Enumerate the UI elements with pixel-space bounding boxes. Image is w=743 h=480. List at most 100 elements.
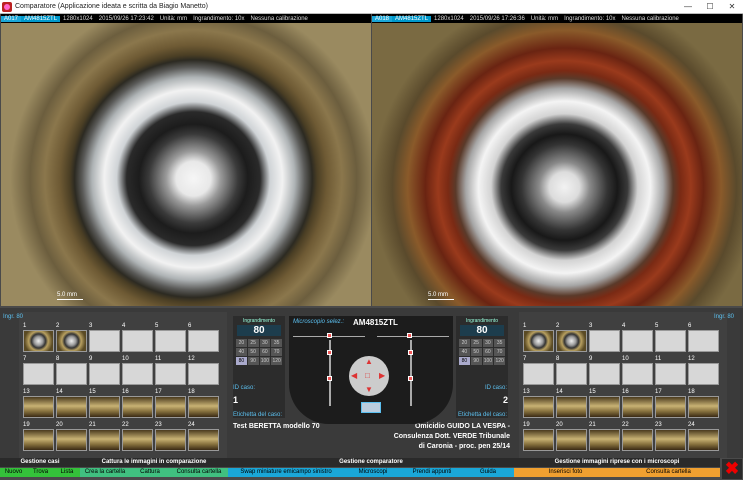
right-thumbnail[interactable] xyxy=(523,330,554,352)
left-thumbnail[interactable] xyxy=(23,363,54,385)
left-thumbnail[interactable] xyxy=(56,363,87,385)
ingr-option[interactable]: 120 xyxy=(494,357,505,365)
right-thumbnail[interactable] xyxy=(622,330,653,352)
center-icon[interactable]: □ xyxy=(365,371,370,380)
ingr-option[interactable]: 80 xyxy=(236,357,247,365)
right-thumbnail[interactable] xyxy=(622,363,653,385)
prendi-appunti-button[interactable]: Prendi appunti xyxy=(402,468,462,477)
lista-button[interactable]: Lista xyxy=(54,468,80,477)
right-thumbnail[interactable] xyxy=(589,330,620,352)
swap-camera-icon[interactable] xyxy=(361,402,381,413)
right-thumbnail[interactable] xyxy=(622,429,653,451)
left-thumbnail[interactable] xyxy=(89,363,120,385)
left-thumbnail[interactable] xyxy=(122,429,153,451)
ingr-option[interactable]: 100 xyxy=(482,357,494,365)
ingr-option[interactable]: 25 xyxy=(470,339,482,347)
ingr-option[interactable]: 80 xyxy=(459,357,470,365)
ingr-option[interactable]: 60 xyxy=(482,348,494,356)
left-thumbnail[interactable] xyxy=(155,429,186,451)
cattura-button[interactable]: Cattura xyxy=(130,468,170,477)
right-thumbnail[interactable] xyxy=(655,330,686,352)
arrow-down-icon[interactable]: ▼ xyxy=(365,385,373,394)
ingr-option[interactable]: 100 xyxy=(259,357,271,365)
right-thumbnail[interactable] xyxy=(523,363,554,385)
minimize-button[interactable]: — xyxy=(677,2,699,11)
arrow-up-icon[interactable]: ▲ xyxy=(365,357,373,366)
consulta-cartella-immagini-button[interactable]: Consulta cartella xyxy=(617,468,720,477)
ingr-option[interactable]: 70 xyxy=(271,348,282,356)
right-thumbnail[interactable] xyxy=(523,429,554,451)
left-thumbnail[interactable] xyxy=(23,429,54,451)
consulta-cartella-button[interactable]: Consulta cartella xyxy=(170,468,228,477)
left-image-panel[interactable]: A017 AM4815ZTL 1280x1024 2015/09/26 17:2… xyxy=(1,14,371,306)
exit-button[interactable]: ✖ xyxy=(722,459,742,479)
left-v-slider-bottom[interactable] xyxy=(327,376,332,381)
right-thumbnail[interactable] xyxy=(523,396,554,418)
right-thumbnail[interactable] xyxy=(556,429,587,451)
close-window-button[interactable]: ✕ xyxy=(721,2,743,11)
left-thumbnail[interactable] xyxy=(155,396,186,418)
left-thumbnail[interactable] xyxy=(122,396,153,418)
right-thumbnail[interactable] xyxy=(556,363,587,385)
ingr-option[interactable]: 60 xyxy=(259,348,271,356)
crea-cartella-button[interactable]: Crea la cartella xyxy=(80,468,130,477)
ingr-option[interactable]: 50 xyxy=(470,348,482,356)
left-thumbnail[interactable] xyxy=(89,396,120,418)
ingr-option[interactable]: 120 xyxy=(271,357,282,365)
left-v-slider-top[interactable] xyxy=(327,350,332,355)
ingr-option[interactable]: 35 xyxy=(271,339,282,347)
left-thumbnail[interactable] xyxy=(155,363,186,385)
right-thumbnail[interactable] xyxy=(589,429,620,451)
ingr-option[interactable]: 30 xyxy=(482,339,494,347)
right-thumbnail[interactable] xyxy=(589,396,620,418)
left-thumbnail[interactable] xyxy=(89,429,120,451)
arrow-left-icon[interactable]: ◀ xyxy=(351,371,357,380)
ingr-option[interactable]: 40 xyxy=(459,348,470,356)
left-thumbnail[interactable] xyxy=(89,330,120,352)
left-h-slider[interactable] xyxy=(327,333,332,338)
microscopi-button[interactable]: Microscopi xyxy=(344,468,402,477)
ingr-option[interactable]: 20 xyxy=(236,339,247,347)
left-thumbnail[interactable] xyxy=(56,429,87,451)
left-thumbnail[interactable] xyxy=(188,363,219,385)
left-thumbnail[interactable] xyxy=(23,396,54,418)
ingr-option[interactable]: 50 xyxy=(247,348,259,356)
right-thumbnail[interactable] xyxy=(622,396,653,418)
inserisci-foto-button[interactable]: Inserisci foto xyxy=(514,468,617,477)
left-thumbnail[interactable] xyxy=(188,396,219,418)
right-thumbnail[interactable] xyxy=(556,396,587,418)
ingr-option[interactable]: 20 xyxy=(459,339,470,347)
arrow-right-icon[interactable]: ▶ xyxy=(379,371,385,380)
right-thumbnail[interactable] xyxy=(556,330,587,352)
right-v-slider-top[interactable] xyxy=(408,350,413,355)
right-image-panel[interactable]: A018 AM4815ZTL 1280x1024 2015/09/26 17:2… xyxy=(372,14,742,306)
ingr-option[interactable]: 90 xyxy=(247,357,259,365)
ingr-option[interactable]: 30 xyxy=(259,339,271,347)
right-v-slider-bottom[interactable] xyxy=(408,376,413,381)
ingr-option[interactable]: 40 xyxy=(236,348,247,356)
ingr-option[interactable]: 25 xyxy=(247,339,259,347)
left-thumbnail[interactable] xyxy=(155,330,186,352)
microscope-model[interactable]: AM4815ZTL xyxy=(353,318,398,327)
right-thumbnail[interactable] xyxy=(655,429,686,451)
guida-button[interactable]: Guida xyxy=(462,468,514,477)
right-thumbnail[interactable] xyxy=(655,396,686,418)
ingr-option[interactable]: 35 xyxy=(494,339,505,347)
left-thumbnail[interactable] xyxy=(56,396,87,418)
left-thumbnail[interactable] xyxy=(23,330,54,352)
ingr-option[interactable]: 90 xyxy=(470,357,482,365)
right-thumbnail[interactable] xyxy=(589,363,620,385)
left-thumbnail[interactable] xyxy=(56,330,87,352)
right-thumbnail[interactable] xyxy=(688,363,719,385)
left-thumbnail[interactable] xyxy=(122,363,153,385)
right-thumbnail[interactable] xyxy=(688,396,719,418)
ingr-option[interactable]: 70 xyxy=(494,348,505,356)
left-thumbnail[interactable] xyxy=(188,330,219,352)
right-thumbnail[interactable] xyxy=(688,330,719,352)
swap-miniature-button[interactable]: Swap miniature emicampo sinistro xyxy=(228,468,344,477)
left-thumbnail[interactable] xyxy=(122,330,153,352)
right-thumbnail[interactable] xyxy=(655,363,686,385)
right-thumbnail[interactable] xyxy=(688,429,719,451)
maximize-button[interactable]: ☐ xyxy=(699,2,721,11)
trova-button[interactable]: Trova xyxy=(27,468,54,477)
